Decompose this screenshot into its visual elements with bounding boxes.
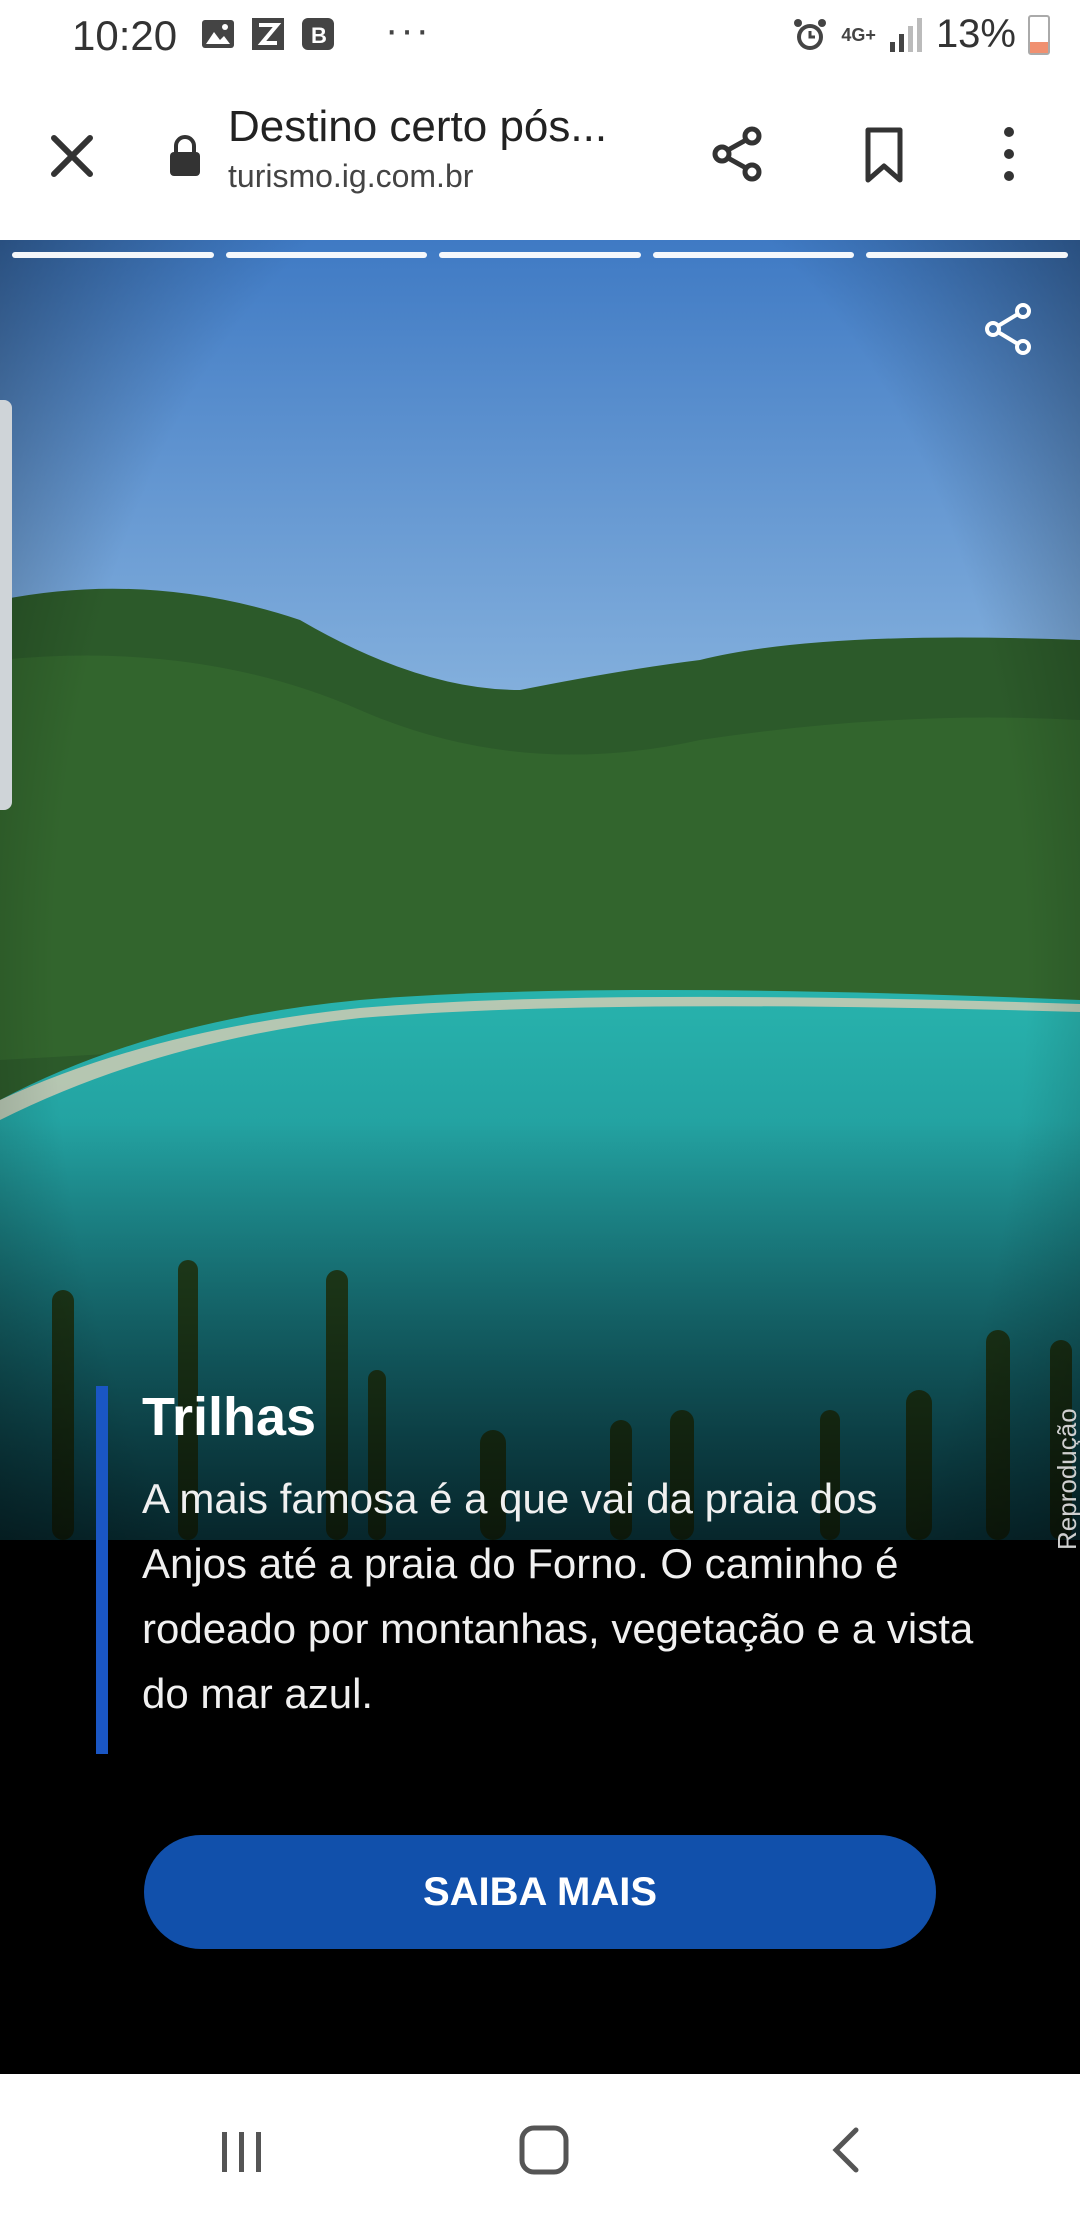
story-progress bbox=[12, 252, 1068, 258]
svg-text:B: B bbox=[311, 23, 327, 48]
page-info[interactable]: Destino certo pós... turismo.ig.com.br bbox=[228, 102, 668, 195]
recent-apps-icon[interactable] bbox=[218, 2128, 266, 2176]
photo-credit: Reprodução bbox=[1052, 1408, 1080, 1550]
z-app-icon bbox=[252, 18, 284, 50]
browser-toolbar: Destino certo pós... turismo.ig.com.br bbox=[0, 72, 1080, 241]
page-title: Destino certo pós... bbox=[228, 102, 608, 151]
lock-icon bbox=[170, 135, 200, 176]
story-share-icon[interactable] bbox=[980, 300, 1038, 358]
page-url: turismo.ig.com.br bbox=[228, 158, 474, 194]
progress-segment bbox=[439, 252, 641, 258]
back-icon[interactable] bbox=[826, 2124, 866, 2176]
bookmark-icon[interactable] bbox=[852, 122, 916, 186]
alarm-icon bbox=[794, 18, 827, 50]
b-app-icon: B bbox=[302, 18, 334, 50]
caption-body: A mais famosa é a que vai da praia dos A… bbox=[142, 1475, 974, 1717]
signal-icon bbox=[889, 17, 922, 52]
home-icon[interactable] bbox=[518, 2124, 570, 2176]
story-caption: Trilhas A mais famosa é a que vai da pra… bbox=[96, 1386, 976, 1754]
close-icon[interactable] bbox=[40, 124, 104, 188]
saiba-mais-button[interactable]: SAIBA MAIS bbox=[144, 1835, 936, 1949]
progress-segment bbox=[12, 252, 214, 258]
status-bar: 10:20 B ··· 4G+ 13% bbox=[0, 0, 1080, 72]
more-options-icon[interactable] bbox=[985, 122, 1033, 186]
network-type: 4G+ bbox=[841, 24, 876, 45]
battery-icon bbox=[1028, 14, 1050, 55]
battery-percent: 13% bbox=[935, 12, 1016, 56]
status-time: 10:20 bbox=[72, 12, 178, 59]
caption-title: Trilhas bbox=[142, 1387, 317, 1447]
progress-segment bbox=[866, 252, 1068, 258]
system-nav-bar bbox=[0, 2074, 1080, 2219]
edge-panel-handle[interactable] bbox=[0, 400, 12, 810]
more-notifications-icon: ··· bbox=[385, 8, 431, 52]
progress-segment bbox=[225, 252, 428, 258]
status-right: 4G+ 13% bbox=[791, 12, 1050, 57]
progress-segment bbox=[652, 252, 855, 258]
gallery-icon bbox=[202, 20, 234, 48]
beach-photo bbox=[0, 240, 1080, 2074]
web-story[interactable]: Trilhas A mais famosa é a que vai da pra… bbox=[0, 240, 1080, 2074]
notification-icons: B bbox=[200, 14, 336, 54]
caption-accent-bar bbox=[96, 1386, 108, 1754]
share-icon[interactable] bbox=[706, 122, 770, 186]
